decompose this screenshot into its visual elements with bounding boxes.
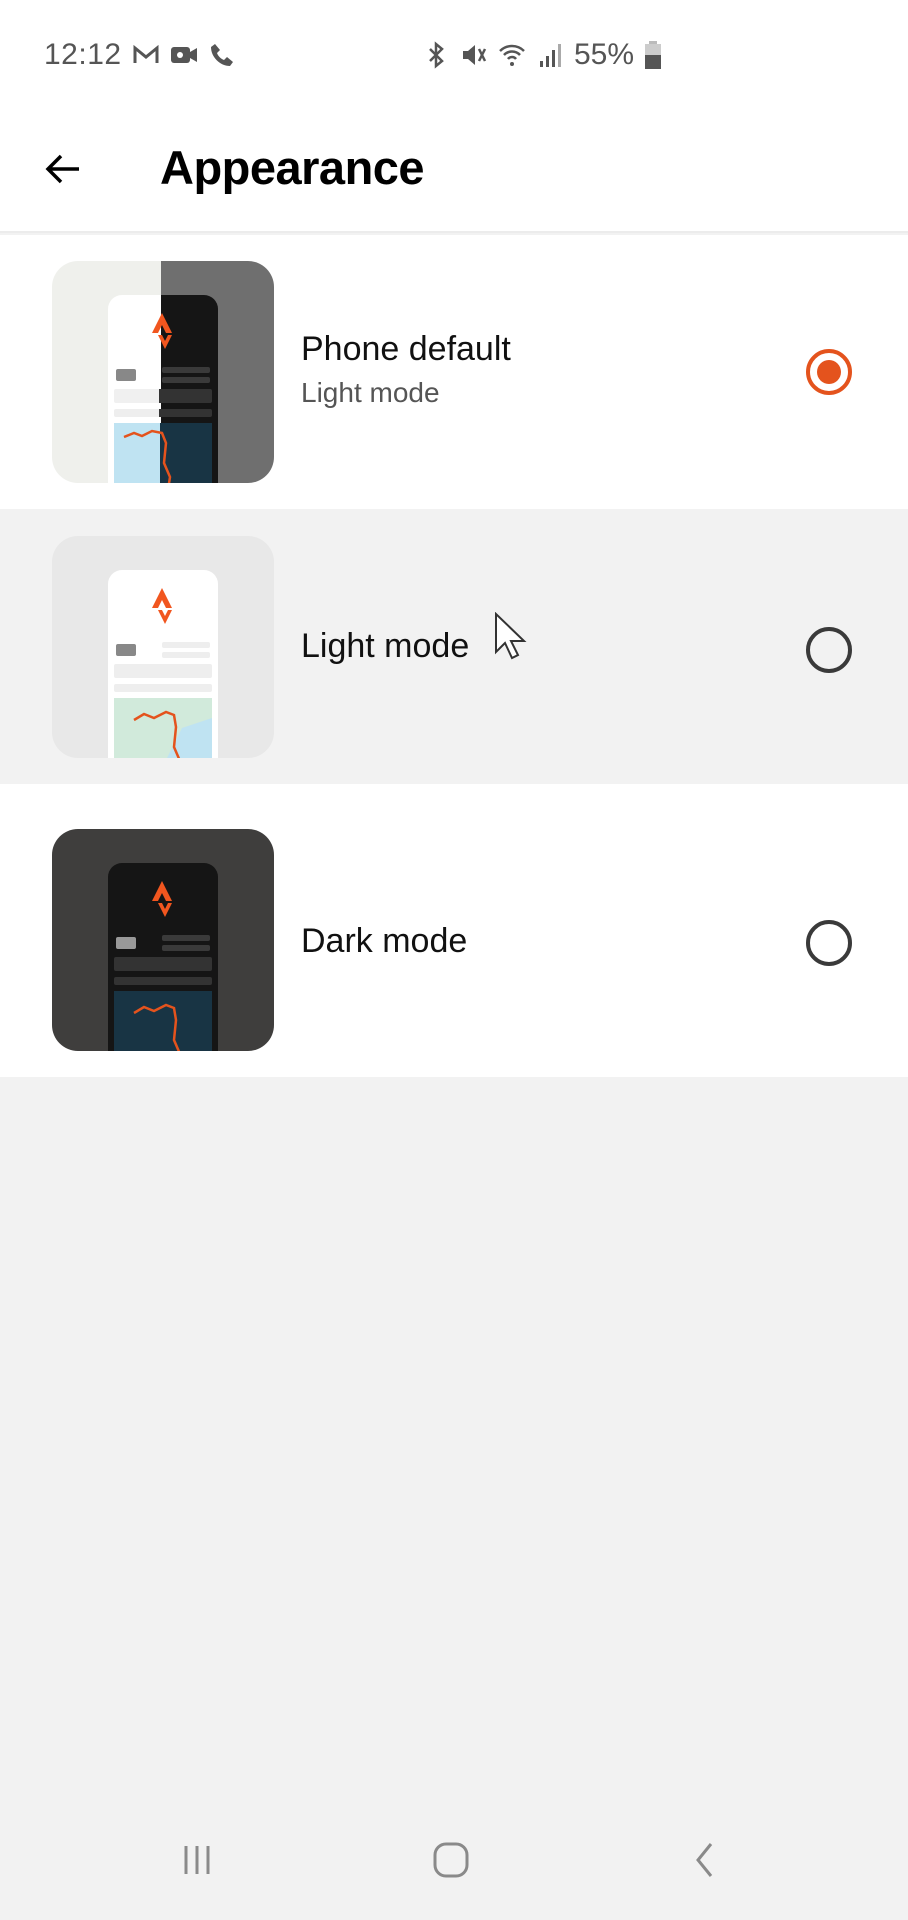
signal-icon bbox=[540, 44, 561, 67]
back-chevron-icon bbox=[696, 1843, 713, 1877]
preview-dark-thumbnail bbox=[52, 829, 274, 1051]
app-bar: Appearance bbox=[0, 112, 908, 233]
preview-line bbox=[162, 945, 210, 951]
preview-line bbox=[162, 935, 210, 941]
preview-avatar bbox=[116, 937, 136, 949]
option-light-mode[interactable]: Light mode bbox=[0, 509, 908, 784]
mute-icon bbox=[463, 45, 487, 65]
option-text: Dark mode bbox=[301, 922, 467, 961]
recents-button[interactable] bbox=[162, 1830, 232, 1890]
preview-phone-mock bbox=[108, 863, 218, 1051]
strava-logo-icon bbox=[152, 313, 172, 349]
option-label: Light mode bbox=[301, 627, 470, 665]
radio-phone-default[interactable] bbox=[806, 349, 852, 395]
option-label: Phone default bbox=[301, 330, 511, 368]
preview-avatar bbox=[116, 369, 136, 381]
page-title: Appearance bbox=[160, 141, 425, 194]
bluetooth-icon bbox=[429, 41, 444, 69]
option-phone-default[interactable]: Phone default Light mode bbox=[0, 235, 908, 509]
preview-split-thumbnail bbox=[52, 261, 274, 483]
preview-map bbox=[114, 698, 212, 758]
preview-light-thumbnail bbox=[52, 536, 274, 758]
option-label: Dark mode bbox=[301, 922, 468, 960]
battery-icon bbox=[645, 41, 662, 69]
recents-icon bbox=[184, 1846, 210, 1874]
arrow-left-icon bbox=[45, 154, 79, 184]
status-bar-left: 12:12 bbox=[44, 38, 236, 72]
clock: 12:12 bbox=[44, 38, 122, 71]
phone-call-icon bbox=[210, 44, 233, 66]
option-dark-mode[interactable]: Dark mode bbox=[0, 784, 908, 1077]
preview-block bbox=[114, 664, 212, 678]
nav-back-button[interactable] bbox=[670, 1830, 740, 1890]
preview-block bbox=[114, 389, 212, 403]
preview-phone-mock bbox=[108, 295, 218, 483]
back-button[interactable] bbox=[36, 142, 90, 196]
strava-logo-icon bbox=[152, 588, 172, 624]
preview-phone-mock bbox=[108, 570, 218, 758]
gmail-icon bbox=[133, 44, 159, 63]
radio-light-mode[interactable] bbox=[806, 627, 852, 673]
preview-line bbox=[162, 377, 210, 383]
option-sublabel: Light mode bbox=[301, 377, 440, 408]
home-button[interactable] bbox=[416, 1830, 486, 1890]
status-bar: 12:12 55% bbox=[0, 0, 908, 112]
preview-line bbox=[162, 367, 210, 373]
video-call-icon bbox=[170, 47, 197, 63]
wifi-icon bbox=[499, 44, 525, 66]
battery-percent: 55% bbox=[574, 38, 635, 71]
preview-stats bbox=[114, 684, 212, 692]
preview-line bbox=[162, 642, 210, 648]
home-icon bbox=[433, 1842, 469, 1878]
status-bar-right: 55% bbox=[422, 38, 662, 72]
preview-block bbox=[114, 957, 212, 971]
preview-stats bbox=[114, 409, 212, 417]
radio-dark-mode[interactable] bbox=[806, 920, 852, 966]
preview-map bbox=[114, 991, 212, 1051]
preview-avatar bbox=[116, 644, 136, 656]
strava-logo-icon bbox=[152, 881, 172, 917]
option-text: Phone default Light mode bbox=[301, 330, 511, 409]
preview-stats bbox=[114, 977, 212, 985]
preview-map bbox=[114, 423, 212, 483]
system-nav-bar bbox=[0, 1800, 908, 1920]
option-text: Light mode bbox=[301, 627, 469, 666]
preview-line bbox=[162, 652, 210, 658]
